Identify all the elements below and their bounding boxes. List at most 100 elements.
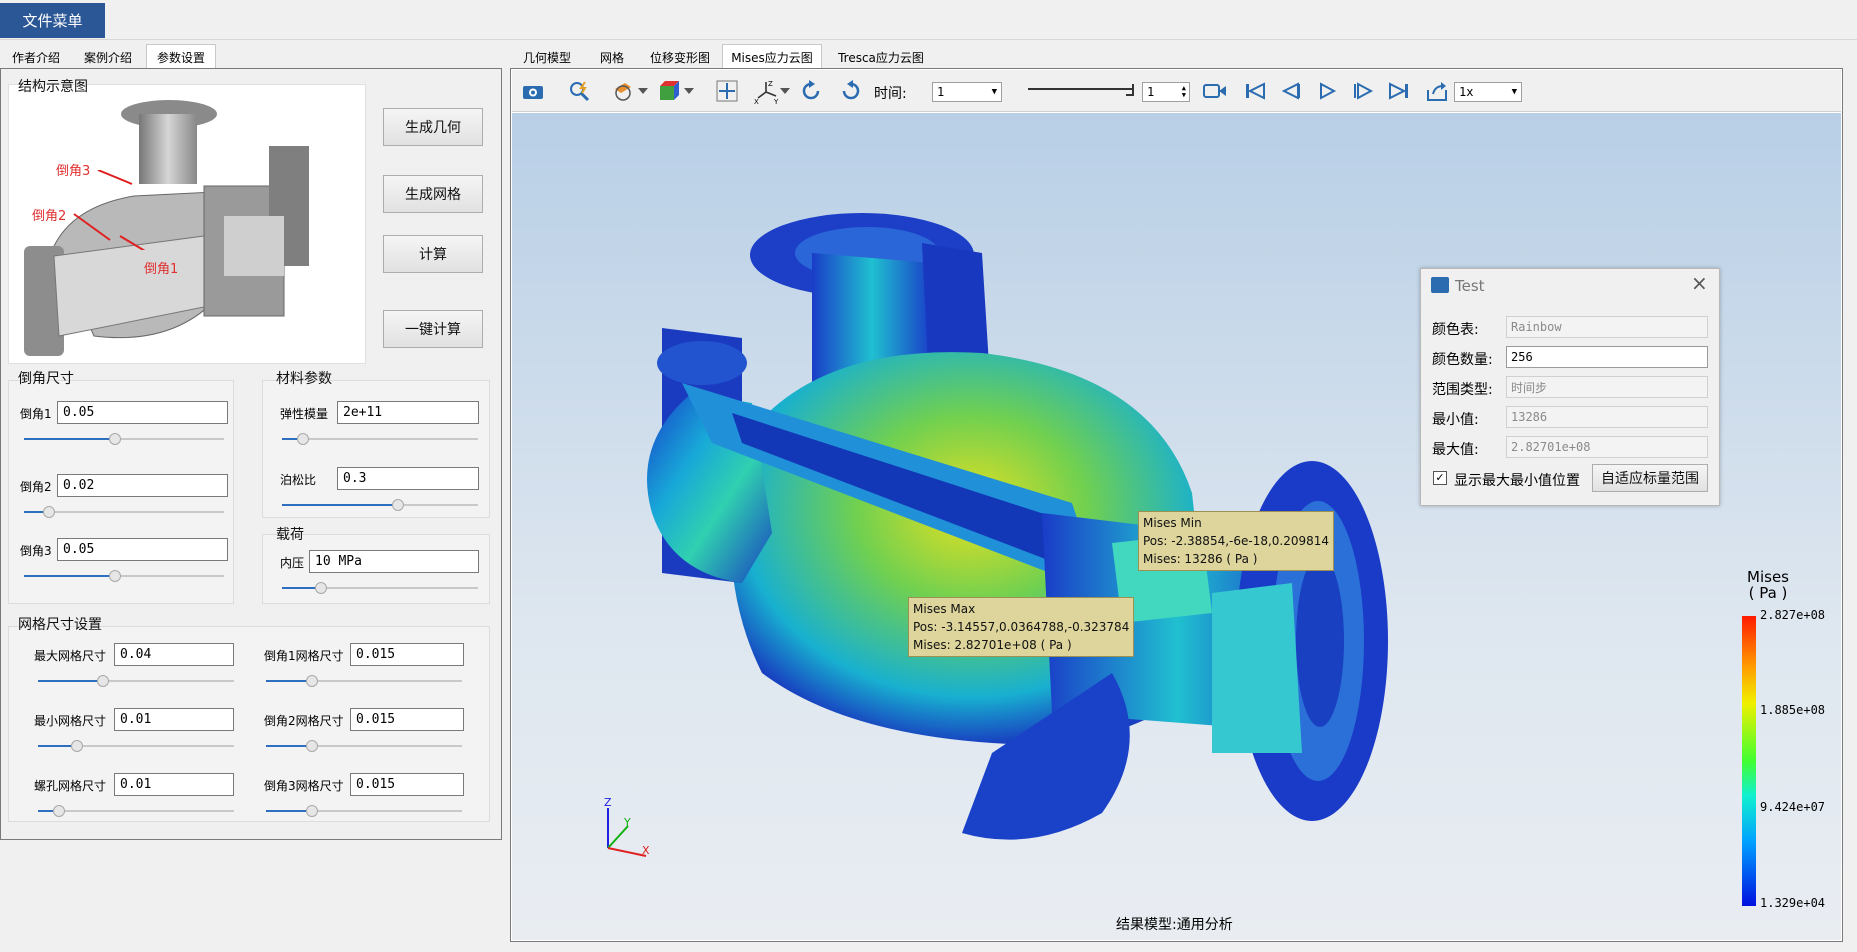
last-frame-icon[interactable] <box>1384 76 1414 106</box>
close-icon[interactable]: × <box>1691 271 1708 295</box>
step-spinbox[interactable]: 1 ▲ ▼ <box>1142 82 1190 102</box>
material1-slider[interactable] <box>282 433 478 445</box>
show-minmax-label: 显示最大最小值位置 <box>1454 473 1580 489</box>
export-icon[interactable] <box>1422 76 1452 106</box>
schematic-image <box>24 100 309 356</box>
color-cube-icon[interactable] <box>654 76 684 106</box>
file-menu-button[interactable]: 文件菜单 <box>0 3 105 38</box>
chamfer3-slider[interactable] <box>24 570 224 582</box>
tooltip-value: Mises: 13286 ( Pa ) <box>1143 552 1258 566</box>
dialog-row-label: 颜色数量: <box>1432 352 1493 368</box>
legend-tick-max: 2.827e+08 <box>1760 608 1826 622</box>
generate-mesh-button[interactable]: 生成网格 <box>383 175 483 213</box>
tab-tresca[interactable]: Tresca应力云图 <box>828 44 934 70</box>
tab-author[interactable]: 作者介绍 <box>4 44 68 70</box>
chamfer-title: 倒角尺寸 <box>18 371 74 387</box>
legend-unit: ( Pa ) <box>1748 584 1788 602</box>
legend-colorbar <box>1742 616 1756 906</box>
schematic-title: 结构示意图 <box>18 79 88 95</box>
chevron-down-icon[interactable] <box>636 76 650 106</box>
tab-mesh[interactable]: 网格 <box>592 44 632 70</box>
mesh-title: 网格尺寸设置 <box>18 617 102 633</box>
show-minmax-checkbox[interactable]: ✓ <box>1433 471 1447 485</box>
generate-geometry-button[interactable]: 生成几何 <box>383 108 483 146</box>
dialog-row-field[interactable]: Rainbow <box>1506 316 1708 338</box>
chamfer2-slider[interactable] <box>24 506 224 518</box>
mesh-right1-input[interactable]: 0.015 <box>350 708 464 731</box>
mesh-left1-input[interactable]: 0.01 <box>114 708 234 731</box>
tab-displacement[interactable]: 位移变形图 <box>640 44 720 70</box>
rotate-cw-icon[interactable] <box>796 76 826 106</box>
material1-input[interactable]: 2e+11 <box>337 401 479 424</box>
tooltip-value: Mises: 2.82701e+08 ( Pa ) <box>913 638 1072 652</box>
material1-label: 弹性模量 <box>280 407 329 421</box>
mesh-right0-slider[interactable] <box>266 675 462 687</box>
mesh-right2-input[interactable]: 0.015 <box>350 773 464 796</box>
chamfer3-input[interactable]: 0.05 <box>57 538 228 561</box>
speed-select[interactable]: 1x ▼ <box>1454 82 1522 102</box>
mesh-left1-slider[interactable] <box>38 740 234 752</box>
chamfer1-slider[interactable] <box>24 433 224 445</box>
record-video-icon[interactable] <box>1200 76 1230 106</box>
time-label: 时间: <box>874 86 907 102</box>
chamfer2-input[interactable]: 0.02 <box>57 474 228 497</box>
zoom-fit-icon[interactable] <box>564 76 594 106</box>
dialog-row-field[interactable]: 时间步 <box>1506 376 1708 398</box>
chamfer1-input[interactable]: 0.05 <box>57 401 228 424</box>
dialog-row-field: 2.82701e+08 <box>1506 436 1708 458</box>
chevron-down-icon: ▼ <box>991 87 997 97</box>
pressure-slider[interactable] <box>282 582 478 594</box>
mesh-left0-input[interactable]: 0.04 <box>114 643 234 666</box>
next-frame-icon[interactable] <box>1348 76 1378 106</box>
dialog-row-field[interactable]: 256 <box>1506 346 1708 368</box>
mesh-right0-input[interactable]: 0.015 <box>350 643 464 666</box>
time-select[interactable]: 1 ▼ <box>932 82 1002 102</box>
app-icon <box>1431 277 1449 293</box>
pressure-label: 内压 <box>280 556 305 570</box>
mesh-right1-slider[interactable] <box>266 740 462 752</box>
mises-min-tooltip: Mises Min Pos: -2.38854,-6e-18,0.209814 … <box>1138 511 1335 571</box>
svg-text:X: X <box>754 98 759 104</box>
chevron-down-icon[interactable] <box>778 76 792 106</box>
tooltip-pos: Pos: -3.14557,0.0364788,-0.323784 <box>913 620 1130 634</box>
callout-chamfer2: 倒角2 <box>32 209 67 224</box>
mesh-left1-label: 最小网格尺寸 <box>34 714 107 728</box>
clip-plane-icon[interactable] <box>608 76 638 106</box>
dialog-row-label: 颜色表: <box>1432 322 1479 338</box>
camera-icon[interactable] <box>518 76 548 106</box>
legend-tick-2: 1.885e+08 <box>1760 703 1826 717</box>
prev-frame-icon[interactable] <box>1276 76 1306 106</box>
svg-text:Z: Z <box>768 80 773 88</box>
material2-slider[interactable] <box>282 499 478 511</box>
menu-bar <box>0 0 1857 40</box>
dialog-row-label: 范围类型: <box>1432 382 1493 398</box>
move-icon[interactable] <box>712 76 742 106</box>
play-icon[interactable] <box>1312 76 1342 106</box>
material2-label: 泊松比 <box>280 473 317 487</box>
tab-case[interactable]: 案例介绍 <box>74 44 142 70</box>
first-frame-icon[interactable] <box>1240 76 1270 106</box>
tab-geometry[interactable]: 几何模型 <box>516 44 578 70</box>
rotate-ccw-icon[interactable] <box>836 76 866 106</box>
compute-button[interactable]: 计算 <box>383 235 483 273</box>
mesh-left0-slider[interactable] <box>38 675 234 687</box>
material2-input[interactable]: 0.3 <box>337 467 479 490</box>
tab-mises[interactable]: Mises应力云图 <box>722 44 822 70</box>
viewer-toolbar: ZXY 时间: 1 ▼ 1 ▲ ▼ 1x ▼ <box>512 70 1841 112</box>
chevron-down-icon: ▼ <box>1511 87 1517 97</box>
pressure-input[interactable]: 10 MPa <box>309 550 479 573</box>
tooltip-pos: Pos: -2.38854,-6e-18,0.209814 <box>1143 534 1330 548</box>
chamfer2-label: 倒角2 <box>20 480 52 494</box>
mesh-right2-slider[interactable] <box>266 805 462 817</box>
mesh-right2-label: 倒角3网格尺寸 <box>264 779 344 793</box>
tab-params[interactable]: 参数设置 <box>146 44 216 70</box>
mesh-left2-slider[interactable] <box>38 805 234 817</box>
auto-range-button[interactable]: 自适应标量范围 <box>1592 464 1708 492</box>
mesh-left0-label: 最大网格尺寸 <box>34 649 107 663</box>
chevron-down-icon[interactable] <box>682 76 696 106</box>
mises-max-tooltip: Mises Max Pos: -3.14557,0.0364788,-0.323… <box>908 597 1135 657</box>
one-click-compute-button[interactable]: 一键计算 <box>383 310 483 348</box>
time-slider[interactable] <box>1028 84 1136 98</box>
mesh-left2-input[interactable]: 0.01 <box>114 773 234 796</box>
material-title: 材料参数 <box>276 371 332 387</box>
